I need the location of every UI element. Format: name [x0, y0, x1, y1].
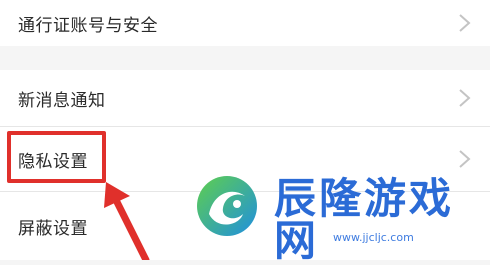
settings-item-label: 通行证账号与安全	[18, 15, 158, 36]
brand-name: 辰隆游戏网	[274, 174, 455, 265]
chevron-right-icon	[459, 89, 471, 107]
pointer-arrow-icon	[104, 182, 150, 260]
settings-item-label: 新消息通知	[18, 90, 106, 111]
watermark: 辰隆游戏网 www.jjcljc.com	[183, 150, 490, 265]
brand-url: www.jjcljc.com	[333, 231, 414, 244]
settings-item-notifications[interactable]: 新消息通知	[0, 70, 490, 126]
settings-item-account-security[interactable]: 通行证账号与安全	[0, 0, 490, 46]
chevron-right-icon	[459, 14, 471, 32]
settings-item-label: 屏蔽设置	[18, 218, 88, 239]
highlight-box	[7, 131, 106, 183]
wave-logo-icon	[197, 176, 257, 236]
